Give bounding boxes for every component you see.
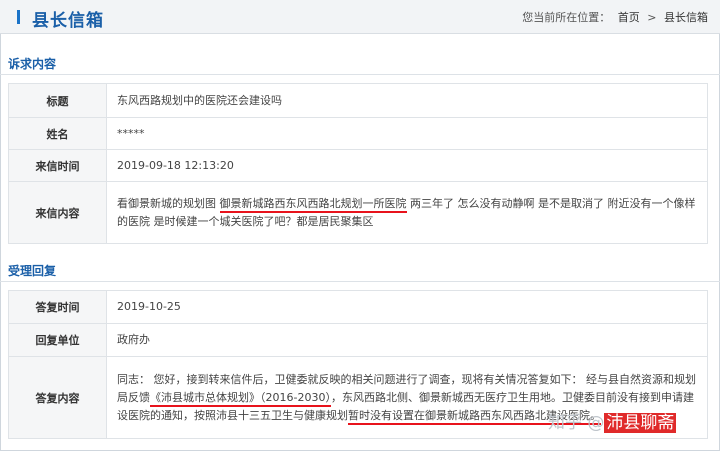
request-table: 标题 东风西路规划中的医院还会建设吗 姓名 ***** 来信时间 2019-09… [8, 83, 708, 244]
breadcrumb-prefix: 您当前所在位置： [522, 11, 611, 24]
breadcrumb: 您当前所在位置： 首页 > 县长信箱 [518, 9, 708, 25]
table-row: 标题 东风西路规划中的医院还会建设吗 [8, 83, 708, 118]
breadcrumb-home-link[interactable]: 首页 [618, 11, 640, 24]
breadcrumb-separator: > [647, 11, 657, 24]
title-accent-bar [17, 10, 20, 24]
request-name-label: 姓名 [8, 117, 107, 150]
table-row: 来信内容 看御景新城的规划图 御景新城路西东风西路北规划一所医院 两三年了 怎么… [8, 181, 708, 244]
table-row: 姓名 ***** [8, 117, 708, 150]
watermark: 知乎 @ 沛县聊斋 [548, 408, 677, 433]
reply-content-label: 答复内容 [8, 356, 107, 439]
request-content-value: 看御景新城的规划图 御景新城路西东风西路北规划一所医院 两三年了 怎么没有动静啊… [106, 181, 708, 244]
watermark-author: 沛县聊斋 [604, 413, 677, 433]
request-title-value: 东风西路规划中的医院还会建设吗 [106, 83, 708, 118]
request-section-title: 诉求内容 [8, 57, 57, 71]
request-name-value: ***** [106, 117, 708, 150]
table-row: 来信时间 2019-09-18 12:13:20 [8, 149, 708, 182]
breadcrumb-current[interactable]: 县长信箱 [664, 11, 708, 24]
watermark-site: 知乎 @ [548, 413, 605, 433]
page-title: 县长信箱 [32, 11, 104, 31]
reply-unit-label: 回复单位 [8, 323, 107, 357]
reply-unit-value: 政府办 [106, 323, 708, 357]
reply-content-highlight-plan: 《沛县城市总体规划》（2016-2030） [150, 390, 331, 407]
request-content-label: 来信内容 [8, 181, 107, 244]
request-content-highlight: 御景新城路西东风西路北规划一所医院 [219, 196, 407, 213]
request-content-text: 看御景新城的规划图 [117, 196, 220, 210]
reply-time-value: 2019-10-25 [106, 290, 708, 324]
reply-section-title: 受理回复 [8, 264, 57, 278]
reply-section-divider [0, 281, 720, 282]
request-section-divider [0, 74, 720, 75]
table-row: 答复时间 2019-10-25 [8, 290, 708, 324]
request-time-label: 来信时间 [8, 149, 107, 182]
page-header: 县长信箱 您当前所在位置： 首页 > 县长信箱 [0, 0, 720, 34]
request-title-label: 标题 [8, 83, 107, 118]
request-time-value: 2019-09-18 12:13:20 [106, 149, 708, 182]
table-row: 回复单位 政府办 [8, 323, 708, 357]
reply-time-label: 答复时间 [8, 290, 107, 324]
